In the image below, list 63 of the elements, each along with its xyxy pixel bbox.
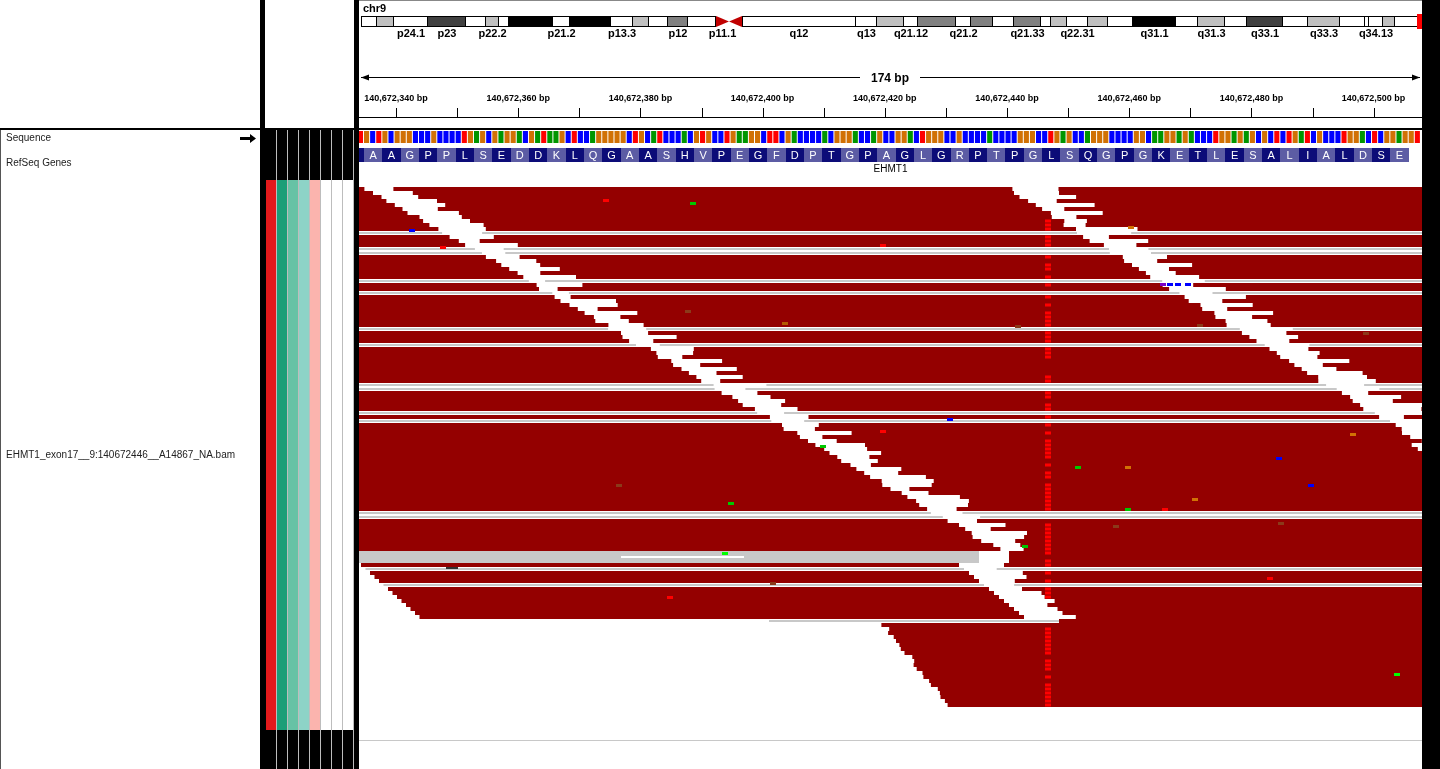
amino-acid: P — [1005, 148, 1024, 162]
band-label: q21.2 — [949, 27, 978, 40]
amino-acid: E — [492, 148, 511, 162]
amino-acid: S — [1372, 148, 1391, 162]
band-label: p23 — [437, 27, 457, 40]
amino-acid: G — [932, 148, 951, 162]
amino-acid: A — [877, 148, 896, 162]
band-label: p24.1 — [396, 27, 426, 40]
band-label: q33.1 — [1250, 27, 1280, 40]
band-label: q31.3 — [1197, 27, 1226, 40]
amino-acid: G — [1097, 148, 1116, 162]
ruler-tick-label: 140,672,360 bp — [486, 93, 550, 103]
amino-acid: K — [547, 148, 566, 162]
gene-label: EHMT1 — [873, 163, 908, 174]
amino-acid: L — [1042, 148, 1061, 162]
amino-acid: T — [822, 148, 841, 162]
band-label: q21.33 — [1010, 27, 1045, 40]
track-name: RefSeq Genes — [6, 158, 72, 168]
amino-acid: K — [1152, 148, 1171, 162]
arrow-right-icon[interactable] — [240, 133, 256, 143]
band-label: q34.13 — [1358, 27, 1394, 40]
amino-acid: A — [1317, 148, 1336, 162]
band-label: q12 — [789, 27, 809, 40]
ruler-tick-label: 140,672,340 bp — [364, 93, 428, 103]
ruler-tick-label: 140,672,460 bp — [1097, 93, 1161, 103]
amino-acid: P — [437, 148, 456, 162]
band-label: q33.3 — [1309, 27, 1339, 40]
band-label: p22.2 — [478, 27, 507, 40]
amino-acid: L — [1335, 148, 1354, 162]
current-view-marker — [1417, 14, 1422, 29]
amino-acid: E — [1390, 148, 1409, 162]
ruler-tick-label: 140,672,500 bp — [1341, 93, 1406, 103]
track-name: Sequence — [6, 133, 52, 143]
amino-acid: P — [712, 148, 731, 162]
band-label: q13 — [857, 27, 876, 40]
band-label: p12 — [668, 27, 688, 40]
chromosome-name: chr9 — [363, 3, 387, 14]
amino-acid: S — [1060, 148, 1079, 162]
ruler-tick-label: 140,672,480 bp — [1219, 93, 1284, 103]
amino-acid: F — [767, 148, 786, 162]
amino-acid: A — [382, 148, 401, 162]
ruler-tick-label: 140,672,400 bp — [730, 93, 795, 103]
band-label: p13.3 — [607, 27, 637, 40]
amino-acid: E — [1225, 148, 1244, 162]
track-name: EHMT1_exon17__9:140672446__A14867_NA.bam — [6, 450, 236, 460]
amino-acid: G — [602, 148, 621, 162]
ruler-tick-label: 140,672,440 bp — [975, 93, 1039, 103]
band-label: q31.1 — [1140, 27, 1169, 40]
amino-acid: A — [1262, 148, 1281, 162]
amino-acid: P — [1115, 148, 1134, 162]
band-label: q22.31 — [1060, 27, 1095, 40]
ruler-tick-label: 140,672,380 bp — [608, 93, 673, 103]
band-label: p21.2 — [547, 27, 576, 40]
band-label: p11.1 — [708, 27, 737, 40]
amino-acid: A — [364, 148, 383, 162]
amino-acid: S — [657, 148, 676, 162]
ruler-tick-label: 140,672,420 bp — [853, 93, 917, 103]
amino-acid: E — [1170, 148, 1189, 162]
span-length: 174 bp — [871, 70, 909, 85]
amino-acid: L — [1280, 148, 1299, 162]
amino-acid: L — [1207, 148, 1226, 162]
amino-acid: T — [987, 148, 1006, 162]
band-label: q21.12 — [893, 27, 929, 40]
